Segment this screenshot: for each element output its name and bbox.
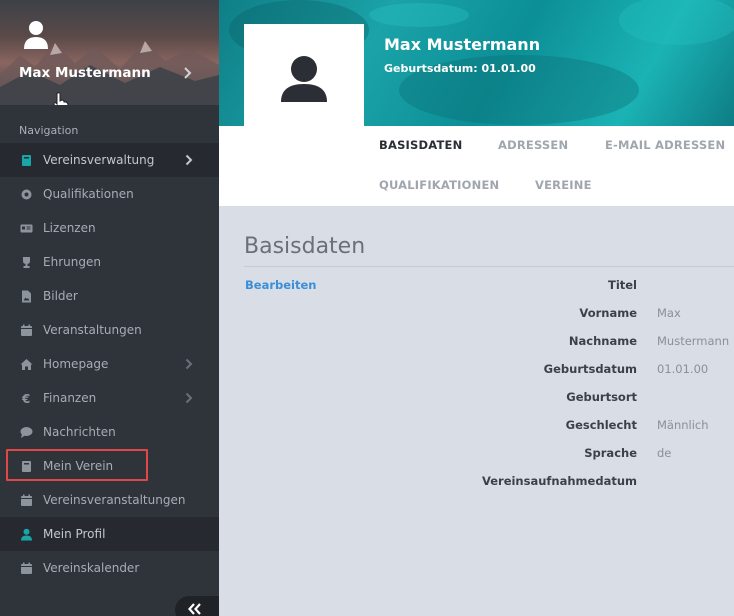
tab-adressen[interactable]: ADRESSEN <box>498 138 568 152</box>
sidebar-item-label: Finanzen <box>43 391 97 405</box>
tab-qualifikationen[interactable]: QUALIFIKATIONEN <box>379 178 499 192</box>
sidebar-item-label: Vereinsverwaltung <box>43 153 155 167</box>
field-label-geburtsort: Geburtsort <box>566 390 637 404</box>
sidebar-item-label: Nachrichten <box>43 425 116 439</box>
sidebar-item-label: Bilder <box>43 289 78 303</box>
calendar-icon <box>21 324 32 336</box>
sidebar-item-finanzen[interactable]: € Finanzen <box>0 381 219 415</box>
user-avatar-icon <box>281 56 327 102</box>
user-name: Max Mustermann <box>19 65 151 81</box>
user-icon <box>21 528 32 541</box>
chevron-right-icon <box>185 154 193 166</box>
gear-badge-icon <box>21 189 32 200</box>
sidebar-item-lizenzen[interactable]: Lizenzen <box>0 211 219 245</box>
sidebar-item-label: Vereinsveranstaltungen <box>43 493 186 507</box>
nav-title: Navigation <box>19 124 79 137</box>
sidebar-item-homepage[interactable]: Homepage <box>0 347 219 381</box>
field-value-geschlecht: Männlich <box>657 418 709 432</box>
sidebar-item-label: Veranstaltungen <box>43 323 142 337</box>
euro-icon: € <box>21 392 30 405</box>
chevron-right-icon <box>185 392 193 404</box>
sidebar-item-label: Ehrungen <box>43 255 101 269</box>
chevron-right-icon <box>185 358 193 370</box>
field-label-titel: Titel <box>607 278 637 292</box>
book-icon <box>22 155 31 166</box>
user-header[interactable]: Max Mustermann <box>0 0 219 105</box>
home-icon <box>20 359 33 370</box>
sidebar-item-label: Vereinskalender <box>43 561 140 575</box>
sidebar-item-vereinsveranstaltungen[interactable]: Vereinsveranstaltungen <box>0 483 219 517</box>
sidebar-item-bilder[interactable]: Bilder <box>0 279 219 313</box>
content-area <box>219 206 734 616</box>
sidebar-item-veranstaltungen[interactable]: Veranstaltungen <box>0 313 219 347</box>
sidebar: Max Mustermann Navigation Vereinsverwalt… <box>0 0 219 616</box>
sidebar-item-ehrungen[interactable]: Ehrungen <box>0 245 219 279</box>
calendar-icon <box>21 494 32 506</box>
image-file-icon <box>22 290 31 303</box>
sidebar-item-mein-profil[interactable]: Mein Profil <box>0 517 219 551</box>
field-label-sprache: Sprache <box>584 446 637 460</box>
trophy-icon <box>23 257 30 268</box>
field-value-nachname: Mustermann <box>657 334 730 348</box>
sidebar-item-label: Lizenzen <box>43 221 96 235</box>
edit-link[interactable]: Bearbeiten <box>245 278 316 292</box>
chevron-right-icon[interactable] <box>183 66 193 80</box>
highlight-box <box>6 449 148 481</box>
tab-vereine[interactable]: VEREINE <box>535 178 592 192</box>
profile-name: Max Mustermann <box>384 35 541 54</box>
sidebar-item-qualifikationen[interactable]: Qualifikationen <box>0 177 219 211</box>
collapse-sidebar-button[interactable] <box>175 596 219 616</box>
section-title: Basisdaten <box>244 234 366 259</box>
double-chevron-left-icon <box>188 603 201 615</box>
chat-icon <box>20 427 33 438</box>
field-label-vereinsaufnahmedatum: Vereinsaufnahmedatum <box>481 474 637 488</box>
sidebar-item-nachrichten[interactable]: Nachrichten <box>0 415 219 449</box>
nav-list: Vereinsverwaltung Qualifikationen Lizenz… <box>0 143 219 585</box>
svg-text:€: € <box>21 392 30 405</box>
sidebar-item-label: Qualifikationen <box>43 187 134 201</box>
field-label-geschlecht: Geschlecht <box>565 418 637 432</box>
sidebar-item-vereinskalender[interactable]: Vereinskalender <box>0 551 219 585</box>
field-value-sprache: de <box>657 446 672 460</box>
sidebar-item-label: Homepage <box>43 357 109 371</box>
sidebar-item-vereinsverwaltung[interactable]: Vereinsverwaltung <box>0 143 219 177</box>
field-label-vorname: Vorname <box>579 306 637 320</box>
section-divider <box>244 266 734 267</box>
field-label-nachname: Nachname <box>568 334 637 348</box>
tab-basisdaten[interactable]: BASISDATEN <box>379 138 462 152</box>
field-value-vorname: Max <box>657 306 681 320</box>
field-value-geburtsdatum: 01.01.00 <box>657 362 709 376</box>
hand-cursor-icon <box>53 92 69 105</box>
sidebar-item-label: Mein Profil <box>43 527 106 541</box>
profile-picture[interactable] <box>244 24 364 134</box>
user-avatar-icon <box>24 21 48 49</box>
id-card-icon <box>20 224 33 233</box>
field-label-geburtsdatum: Geburtsdatum <box>543 362 637 376</box>
tab-email-adressen[interactable]: E-MAIL ADRESSEN <box>605 138 725 152</box>
profile-birthdate: Geburtsdatum: 01.01.00 <box>384 62 536 75</box>
calendar-icon <box>21 562 32 574</box>
